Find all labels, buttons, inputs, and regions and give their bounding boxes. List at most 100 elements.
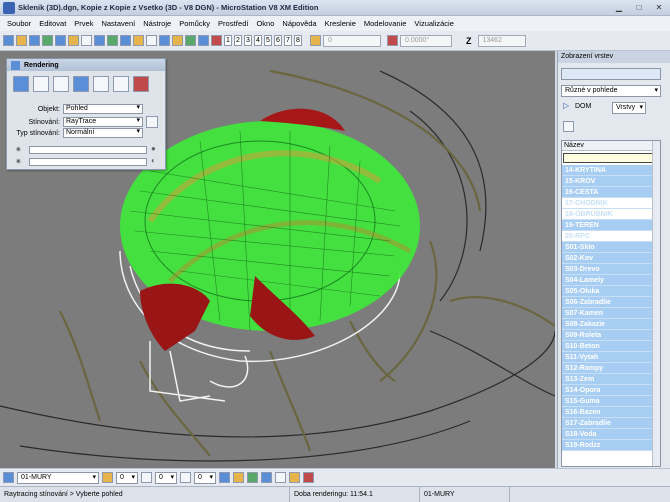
typ-stinovani-select[interactable]: Normální <box>63 128 143 138</box>
menu-nastaveni[interactable]: Nastavení <box>97 19 139 28</box>
layer-row[interactable]: S10-Beton <box>562 341 660 352</box>
menu-pomucky[interactable]: Pomůcky <box>175 19 214 28</box>
menu-prostredi[interactable]: Prostředí <box>214 19 252 28</box>
menu-kreslenie[interactable]: Kreslenie <box>321 19 360 28</box>
magnifier-icon[interactable] <box>146 116 158 128</box>
render-tool-icon[interactable] <box>93 76 109 92</box>
layer-row[interactable]: S19-Rodzz <box>562 440 660 451</box>
stop-render-icon[interactable] <box>133 76 149 92</box>
tool-icon[interactable] <box>107 35 118 46</box>
tool-icon[interactable] <box>233 472 244 483</box>
layer-row[interactable]: 14-KRYTINA <box>562 165 660 176</box>
menu-nastroje[interactable]: Nástroje <box>139 19 175 28</box>
filter-icon[interactable] <box>563 121 574 132</box>
render-tool-icon[interactable] <box>73 76 89 92</box>
layer-row[interactable]: S18-Voda <box>562 429 660 440</box>
layer-row[interactable]: S04-Lamely <box>562 275 660 286</box>
layer-list-scrollbar[interactable] <box>652 141 660 466</box>
layer-row[interactable]: 18-OBRUBNIK <box>562 209 660 220</box>
menu-modelovanie[interactable]: Modelovanie <box>360 19 411 28</box>
tool-icon[interactable] <box>94 35 105 46</box>
linestyle-select[interactable]: 0 <box>155 471 177 484</box>
contrast-slider[interactable] <box>29 158 147 166</box>
layer-row[interactable]: S01-Sklo <box>562 242 660 253</box>
maximize-icon[interactable]: □ <box>632 2 646 13</box>
tool-icon[interactable] <box>303 472 314 483</box>
tool-icon[interactable] <box>55 35 66 46</box>
weight-icon[interactable] <box>180 472 191 483</box>
tool-icon[interactable] <box>261 472 272 483</box>
close-icon[interactable]: ✕ <box>652 2 666 13</box>
layer-row[interactable]: S02-Kov <box>562 253 660 264</box>
tool-icon[interactable] <box>146 35 157 46</box>
layer-row[interactable]: S12-Rampy <box>562 363 660 374</box>
menu-prvek[interactable]: Prvek <box>70 19 97 28</box>
tool-icon[interactable] <box>81 35 92 46</box>
menu-soubor[interactable]: Soubor <box>3 19 35 28</box>
layer-row[interactable]: 17-CHODNIK <box>562 198 660 209</box>
z-coordinate-field[interactable]: 13462 <box>477 34 526 47</box>
x-coordinate-field[interactable]: 0 <box>323 34 381 47</box>
layer-filter-input[interactable] <box>563 153 659 163</box>
layer-row[interactable]: 20-RPC <box>562 231 660 242</box>
brightness-slider[interactable] <box>29 146 147 154</box>
linestyle-icon[interactable] <box>141 472 152 483</box>
view-5-button[interactable]: 5 <box>264 35 272 46</box>
tool-icon[interactable] <box>185 35 196 46</box>
render-tool-icon[interactable] <box>33 76 49 92</box>
view-1-button[interactable]: 1 <box>224 35 232 46</box>
view-selector[interactable] <box>561 68 661 80</box>
layer-row[interactable]: S15-Guma <box>562 396 660 407</box>
tool-icon[interactable] <box>133 35 144 46</box>
menu-vizualizacie[interactable]: Vizualizácie <box>410 19 457 28</box>
view-3-button[interactable]: 3 <box>244 35 252 46</box>
tool-icon[interactable] <box>247 472 258 483</box>
stinovani-select[interactable]: RayTrace <box>63 117 143 127</box>
objekt-select[interactable]: Pohled <box>63 104 143 114</box>
view-6-button[interactable]: 6 <box>274 35 282 46</box>
tool-icon[interactable] <box>68 35 79 46</box>
dom-label[interactable]: DOM <box>575 103 591 110</box>
layer-row[interactable]: S06-Zabradlie <box>562 297 660 308</box>
layer-row[interactable]: S08-Zakazie <box>562 319 660 330</box>
menu-napoveda[interactable]: Nápověda <box>278 19 320 28</box>
layer-row[interactable]: S11-Vytah <box>562 352 660 363</box>
layer-row[interactable]: S13-Zem <box>562 374 660 385</box>
tool-icon[interactable] <box>211 35 222 46</box>
layer-row[interactable]: S16-Bazen <box>562 407 660 418</box>
layer-row[interactable]: S05-Oluka <box>562 286 660 297</box>
tool-icon[interactable] <box>29 35 40 46</box>
active-level-select[interactable]: 01-MURY <box>17 471 99 484</box>
tool-icon[interactable] <box>219 472 230 483</box>
tool-icon[interactable] <box>16 35 27 46</box>
tool-icon[interactable] <box>120 35 131 46</box>
layer-row[interactable]: S07-Kamen <box>562 308 660 319</box>
tool-icon[interactable] <box>3 35 14 46</box>
render-tool-icon[interactable] <box>113 76 129 92</box>
layer-row[interactable]: 19-TEREN <box>562 220 660 231</box>
color-select[interactable]: 0 <box>116 471 138 484</box>
vrstvy-select[interactable]: Vrstvy <box>612 102 646 114</box>
tool-icon[interactable] <box>289 472 300 483</box>
layer-row[interactable]: S03-Drevo <box>562 264 660 275</box>
tool-icon[interactable] <box>172 35 183 46</box>
view-4-button[interactable]: 4 <box>254 35 262 46</box>
layer-row[interactable]: S14-Opora <box>562 385 660 396</box>
layer-row[interactable]: 15-KROV <box>562 176 660 187</box>
menu-editovat[interactable]: Editovat <box>35 19 70 28</box>
tool-icon[interactable] <box>198 35 209 46</box>
tool-icon[interactable] <box>275 472 286 483</box>
tool-icon[interactable] <box>159 35 170 46</box>
layer-row[interactable]: S17-Zabradlie <box>562 418 660 429</box>
color-icon[interactable] <box>102 472 113 483</box>
angle-field[interactable]: 0.0000° <box>400 34 452 47</box>
minimize-icon[interactable]: ▁ <box>612 2 626 13</box>
play-icon[interactable]: ▷ <box>563 101 569 110</box>
layer-row[interactable]: 16-CESTA <box>562 187 660 198</box>
view-7-button[interactable]: 7 <box>284 35 292 46</box>
lock-x-icon[interactable] <box>310 35 321 46</box>
layer-row[interactable]: S09-Roleta <box>562 330 660 341</box>
angle-icon[interactable] <box>387 35 398 46</box>
render-tool-icon[interactable] <box>53 76 69 92</box>
attr-icon[interactable] <box>3 472 14 483</box>
